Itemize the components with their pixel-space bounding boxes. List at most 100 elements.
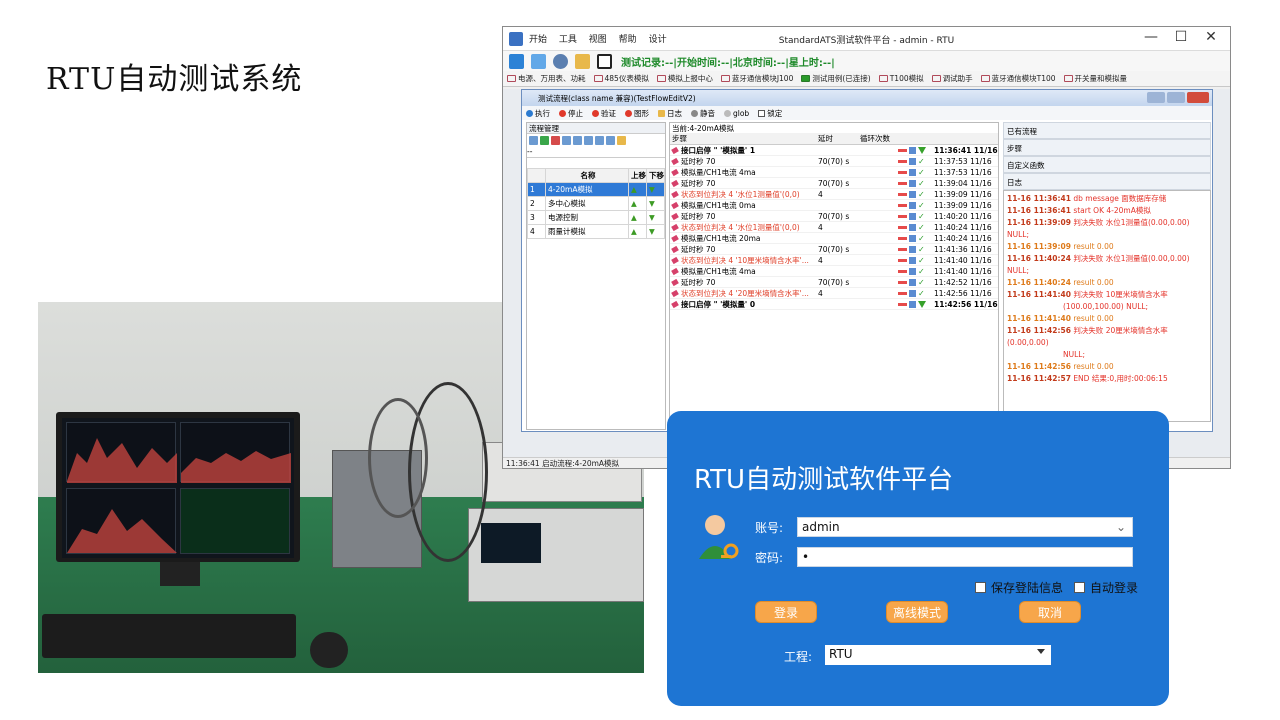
close-icon[interactable]: ✕	[1196, 29, 1226, 45]
tab-bluetooth-j100[interactable]: 蓝牙通信模块J100	[720, 73, 793, 84]
import-icon[interactable]	[595, 136, 604, 145]
step-row[interactable]: 延时秒 70 70(70) s ✓ 11:42:52 11/16	[670, 277, 998, 288]
edit-icon[interactable]	[909, 245, 916, 253]
tab-report-center[interactable]: 模拟上报中心	[656, 73, 713, 84]
close-icon[interactable]	[1187, 92, 1209, 103]
refresh-icon[interactable]	[584, 136, 593, 145]
edit-icon[interactable]	[909, 179, 916, 187]
table-row[interactable]: 4 雨量计模拟 ▲ ▼	[527, 224, 665, 239]
password-field[interactable]: •	[797, 547, 1133, 567]
menu-item[interactable]: 工具	[559, 35, 577, 45]
chevron-down-icon[interactable]	[1037, 649, 1045, 654]
move-up-icon[interactable]: ▲	[628, 210, 647, 225]
move-up-icon[interactable]: ▲	[628, 224, 647, 239]
minimize-icon[interactable]: —	[1136, 29, 1166, 45]
verify-button[interactable]: 验证	[592, 108, 616, 119]
step-row[interactable]: 延时秒 70 70(70) s ✓ 11:41:36 11/16	[670, 244, 998, 255]
tab-t100[interactable]: T100模拟	[878, 73, 924, 84]
step-row[interactable]: 状态到位判决 4 '10厘米墒情含水率'... 4 ✓ 11:41:40 11/16	[670, 255, 998, 266]
step-row[interactable]: 延时秒 70 70(70) s ✓ 11:37:53 11/16	[670, 156, 998, 167]
tab-test-case[interactable]: 测试用例(已连接)	[801, 73, 871, 84]
play-icon[interactable]	[509, 53, 524, 69]
step-row[interactable]: 模拟量/CH1电流 4ma ✓ 11:41:40 11/16	[670, 266, 998, 277]
maximize-icon[interactable]: ☐	[1166, 29, 1196, 45]
edit-icon[interactable]	[909, 256, 916, 264]
maximize-icon[interactable]	[1167, 92, 1185, 103]
remove-icon[interactable]	[898, 302, 907, 306]
step-row[interactable]: 模拟量/CH1电流 0ma ✓ 11:39:09 11/16	[670, 200, 998, 211]
remove-icon[interactable]	[898, 258, 907, 262]
login-button[interactable]: 登录	[755, 601, 817, 623]
account-field[interactable]: admin ⌄	[797, 517, 1133, 537]
tab-485[interactable]: 485仪表模拟	[593, 73, 649, 84]
menu-item[interactable]: 设计	[649, 35, 667, 45]
tab-bluetooth-t100[interactable]: 蓝牙通信模块T100	[980, 73, 1056, 84]
lock-checkbox[interactable]: 锁定	[758, 108, 782, 119]
step-row[interactable]: 状态到位判决 4 '20厘米墒情含水率'... 4 ✓ 11:42:56 11/16	[670, 288, 998, 299]
remove-icon[interactable]	[898, 291, 907, 295]
remove-icon[interactable]	[551, 136, 560, 145]
graph-button[interactable]: 图形	[625, 108, 649, 119]
cancel-button[interactable]: 取消	[1019, 601, 1081, 623]
glob-button[interactable]: glob	[724, 109, 749, 118]
tab-power[interactable]: 电源、万用表、功耗	[507, 73, 586, 84]
edit-icon[interactable]	[909, 289, 916, 297]
table-row[interactable]: 3 电源控制 ▲ ▼	[527, 210, 665, 225]
step-row[interactable]: 延时秒 70 70(70) s ✓ 11:39:04 11/16	[670, 178, 998, 189]
log-button[interactable]: 日志	[658, 108, 682, 119]
tab-switch-analog[interactable]: 开关量和模拟量	[1063, 73, 1127, 84]
remove-icon[interactable]	[898, 170, 907, 174]
edit-icon[interactable]	[529, 136, 538, 145]
menu-item[interactable]: 视图	[589, 35, 607, 45]
step-row[interactable]: 状态到位判决 4 '水位1测量值'(0,0) 4 ✓ 11:40:24 11/16	[670, 222, 998, 233]
edit-icon[interactable]	[909, 201, 916, 209]
save-login-checkbox[interactable]: 保存登陆信息	[975, 579, 1063, 596]
project-select[interactable]: RTU	[825, 645, 1051, 665]
move-up-icon[interactable]: ▲	[628, 182, 647, 197]
run-button[interactable]: 执行	[526, 108, 550, 119]
section-existing-flows[interactable]: 已有流程	[1003, 122, 1211, 139]
stop-button[interactable]: 停止	[559, 108, 583, 119]
menu-item[interactable]: 帮助	[619, 35, 637, 45]
mute-button[interactable]: 静音	[691, 108, 715, 119]
remove-icon[interactable]	[898, 225, 907, 229]
step-row[interactable]: 延时秒 70 70(70) s ✓ 11:40:20 11/16	[670, 211, 998, 222]
refresh-icon[interactable]	[553, 53, 568, 69]
edit-icon[interactable]	[909, 212, 916, 220]
copy-icon[interactable]	[573, 136, 582, 145]
chevron-down-icon[interactable]: ⌄	[1116, 520, 1126, 534]
remove-icon[interactable]	[898, 280, 907, 284]
edit-icon[interactable]	[909, 157, 916, 165]
step-row[interactable]: 接口启停 " '模拟量' 0 11:42:56 11/16	[670, 299, 998, 310]
edit-icon[interactable]	[909, 267, 916, 275]
auto-login-checkbox[interactable]: 自动登录	[1074, 579, 1138, 596]
remove-icon[interactable]	[898, 214, 907, 218]
table-row[interactable]: 1 4-20mA模拟 ▲ ▼	[527, 182, 665, 197]
remove-icon[interactable]	[898, 269, 907, 273]
fullscreen-icon[interactable]	[597, 53, 612, 69]
edit-icon[interactable]	[909, 300, 916, 308]
move-down-icon[interactable]: ▼	[646, 196, 665, 211]
stop-icon[interactable]	[531, 53, 546, 69]
move-down-icon[interactable]: ▼	[646, 210, 665, 225]
step-row[interactable]: 模拟量/CH1电流 20ma ✓ 11:40:24 11/16	[670, 233, 998, 244]
minimize-icon[interactable]	[1147, 92, 1165, 103]
edit-icon[interactable]	[909, 168, 916, 176]
edit-icon[interactable]	[909, 278, 916, 286]
section-log[interactable]: 日志	[1003, 173, 1211, 190]
save-icon[interactable]	[562, 136, 571, 145]
edit-icon[interactable]	[909, 146, 916, 154]
add-icon[interactable]	[540, 136, 549, 145]
menu-item[interactable]: 开始	[529, 35, 547, 45]
step-row[interactable]: 状态到位判决 4 '水位1测量值'(0,0) 4 ✓ 11:39:09 11/16	[670, 189, 998, 200]
move-down-icon[interactable]: ▼	[646, 182, 665, 197]
remove-icon[interactable]	[898, 148, 907, 152]
remove-icon[interactable]	[898, 181, 907, 185]
section-custom-functions[interactable]: 自定义函数	[1003, 156, 1211, 173]
remove-icon[interactable]	[898, 159, 907, 163]
remove-icon[interactable]	[898, 236, 907, 240]
edit-icon[interactable]	[909, 223, 916, 231]
section-steps[interactable]: 步骤	[1003, 139, 1211, 156]
edit-icon[interactable]	[909, 190, 916, 198]
remove-icon[interactable]	[898, 203, 907, 207]
